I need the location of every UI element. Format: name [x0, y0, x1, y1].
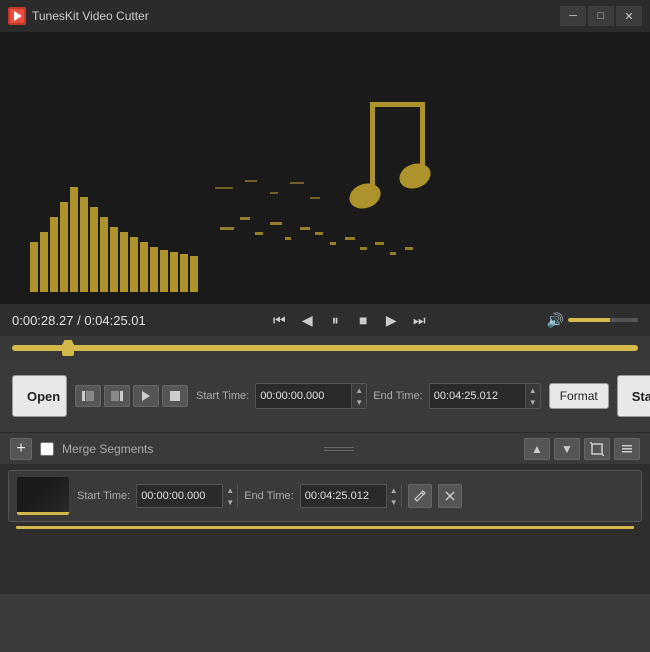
start-time-input[interactable]	[256, 390, 351, 402]
seg-end-input-wrap: ▲ ▼	[300, 484, 402, 508]
app-title: TunesKit Video Cutter	[32, 9, 560, 23]
thumbnail-inner	[17, 477, 69, 515]
segment-row: Start Time: ▲ ▼ End Time: ▲ ▼	[8, 470, 642, 522]
thumbnail-bar	[17, 512, 69, 515]
segments-header: + Merge Segments ▲ ▼	[0, 432, 650, 464]
merge-checkbox[interactable]	[40, 442, 54, 456]
seg-delete-button[interactable]	[438, 484, 462, 508]
time-display: 0:00:28.27 / 0:04:25.01	[12, 313, 152, 328]
volume-area: 🔊	[547, 312, 638, 329]
stop-edit-button[interactable]	[162, 385, 188, 407]
segment-progress-bar	[16, 526, 634, 529]
drag-handle	[161, 447, 516, 451]
seg-end-up[interactable]: ▲	[387, 484, 401, 496]
seg-start-spinners: ▲ ▼	[222, 484, 237, 508]
start-button[interactable]: Start	[617, 375, 650, 417]
segment-time-controls: Start Time: ▲ ▼ End Time: ▲ ▼	[77, 484, 633, 508]
timeline-area[interactable]	[0, 336, 650, 360]
crop-button[interactable]	[584, 438, 610, 460]
total-time: 0:04:25.01	[84, 313, 145, 328]
step-back-button[interactable]: ◀	[295, 308, 319, 332]
drag-lines-icon	[324, 447, 354, 451]
end-time-down[interactable]: ▼	[526, 396, 540, 408]
format-button[interactable]: Format	[549, 383, 609, 409]
controls-section: Open Start Time: ▲ ▼ End Time:	[0, 360, 650, 432]
list-button[interactable]	[614, 438, 640, 460]
skip-forward-button[interactable]: ⏭	[407, 308, 431, 332]
open-button[interactable]: Open	[12, 375, 67, 417]
seg-edit-button[interactable]	[408, 484, 432, 508]
maximize-button[interactable]: □	[588, 6, 614, 26]
start-time-down[interactable]: ▼	[352, 396, 366, 408]
seg-end-down[interactable]: ▼	[387, 496, 401, 508]
end-time-label: End Time:	[373, 390, 423, 402]
end-time-spinners: ▲ ▼	[525, 384, 540, 408]
volume-slider[interactable]	[568, 318, 638, 322]
segment-right-controls: ▲ ▼	[524, 438, 640, 460]
move-up-button[interactable]: ▲	[524, 438, 550, 460]
seg-start-input-wrap: ▲ ▼	[136, 484, 238, 508]
window-controls: ─ □ ✕	[560, 6, 642, 26]
timeline-thumb[interactable]	[62, 340, 74, 356]
clip-end-button[interactable]	[104, 385, 130, 407]
preview-button[interactable]	[133, 385, 159, 407]
timeline-track[interactable]	[12, 345, 638, 351]
segment-row-wrap: Start Time: ▲ ▼ End Time: ▲ ▼	[8, 470, 642, 529]
seg-end-label: End Time:	[244, 490, 294, 502]
seg-start-input[interactable]	[137, 490, 222, 502]
play-button[interactable]: ▶	[379, 308, 403, 332]
add-segment-button[interactable]: +	[10, 438, 32, 460]
move-down-button[interactable]: ▼	[554, 438, 580, 460]
segments-list: Start Time: ▲ ▼ End Time: ▲ ▼	[0, 464, 650, 594]
start-time-label: Start Time:	[196, 390, 249, 402]
time-bar: 0:00:28.27 / 0:04:25.01 ⏮ ◀ ⏸ ■ ▶ ⏭ 🔊	[0, 304, 650, 336]
playback-controls: ⏮ ◀ ⏸ ■ ▶ ⏭	[160, 308, 539, 332]
clip-start-button[interactable]	[75, 385, 101, 407]
start-time-spinners: ▲ ▼	[351, 384, 366, 408]
seg-start-up[interactable]: ▲	[223, 484, 237, 496]
merge-label: Merge Segments	[62, 442, 153, 456]
current-time: 0:00:28.27	[12, 313, 73, 328]
seg-start-down[interactable]: ▼	[223, 496, 237, 508]
minimize-button[interactable]: ─	[560, 6, 586, 26]
music-visualization	[0, 32, 650, 304]
pause-button[interactable]: ⏸	[323, 308, 347, 332]
edit-buttons	[75, 385, 188, 407]
time-controls: Start Time: ▲ ▼ End Time: ▲ ▼	[196, 383, 541, 409]
segment-thumbnail	[17, 477, 69, 515]
volume-icon: 🔊	[547, 312, 564, 329]
seg-end-spinners: ▲ ▼	[386, 484, 401, 508]
close-button[interactable]: ✕	[616, 6, 642, 26]
seg-end-input[interactable]	[301, 490, 386, 502]
start-time-input-wrap: ▲ ▼	[255, 383, 367, 409]
video-preview	[0, 32, 650, 304]
stop-button[interactable]: ■	[351, 308, 375, 332]
start-time-up[interactable]: ▲	[352, 384, 366, 396]
end-time-up[interactable]: ▲	[526, 384, 540, 396]
app-icon	[8, 7, 26, 25]
title-bar: TunesKit Video Cutter ─ □ ✕	[0, 0, 650, 32]
seg-start-label: Start Time:	[77, 490, 130, 502]
end-time-input[interactable]	[430, 390, 525, 402]
end-time-input-wrap: ▲ ▼	[429, 383, 541, 409]
skip-back-button[interactable]: ⏮	[267, 308, 291, 332]
